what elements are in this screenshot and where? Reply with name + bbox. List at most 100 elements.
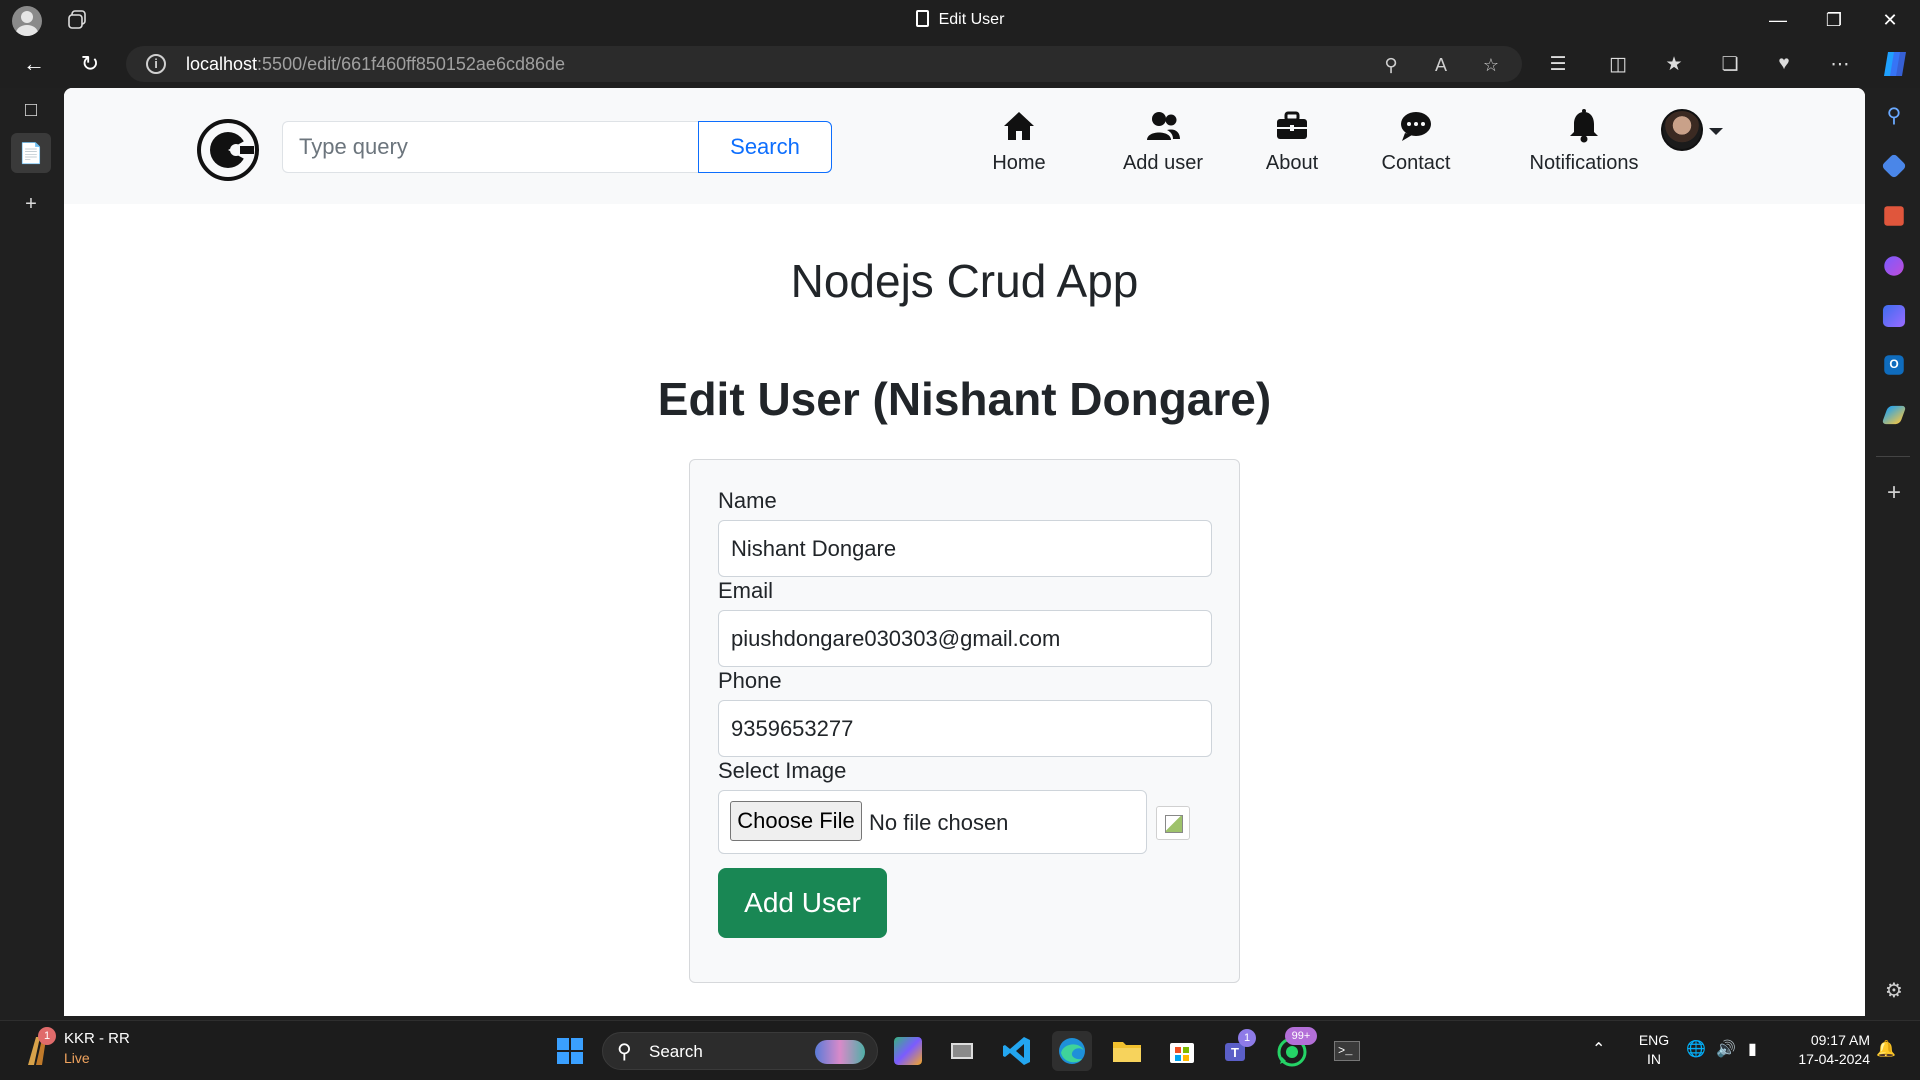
page-icon — [915, 10, 929, 27]
add-user-button[interactable]: Add User — [718, 868, 887, 938]
microsoft-365-icon[interactable] — [1882, 304, 1906, 328]
edit-user-form: Name Nishant Dongare Email piushdongare0… — [689, 459, 1240, 983]
back-button[interactable]: ← — [16, 46, 52, 82]
tools-icon[interactable] — [1884, 206, 1904, 226]
zoom-icon[interactable]: ⚲ — [1378, 52, 1404, 78]
edge-icon[interactable] — [1052, 1031, 1092, 1071]
taskbar-search-label: Search — [649, 1042, 703, 1061]
email-label: Email — [718, 578, 774, 603]
search-button[interactable]: Search — [698, 121, 832, 173]
site-info-icon[interactable]: i — [146, 54, 166, 74]
drop-icon[interactable] — [1881, 405, 1907, 425]
site-navbar: Type query Search Home Add user About Co… — [64, 88, 1865, 204]
bell-icon — [1570, 109, 1598, 143]
clock-time: 09:17 AM — [1810, 1032, 1870, 1048]
add-sidebar-app-icon[interactable]: + — [1881, 480, 1907, 506]
refresh-button[interactable]: ↻ — [72, 46, 108, 82]
read-aloud-icon[interactable]: A — [1428, 52, 1454, 78]
tab-actions-icon[interactable]: □ — [11, 90, 51, 130]
clock-date: 17-04-2024 — [1798, 1051, 1870, 1067]
clock[interactable]: 09:17 AM 17-04-2024 — [1782, 1031, 1870, 1069]
browser-essentials-icon[interactable]: ♥ — [1766, 46, 1802, 82]
nav-notifications-label: Notifications — [1529, 152, 1639, 174]
active-tab-page-icon[interactable]: 📄 — [11, 133, 51, 173]
copilot-app-icon[interactable] — [894, 1037, 922, 1065]
phone-field[interactable]: 9359653277 — [718, 700, 1212, 757]
nav-add-user-label: Add user — [1122, 152, 1204, 174]
copilot-icon[interactable] — [1880, 50, 1910, 78]
sidebar-divider — [1876, 456, 1910, 457]
url-text[interactable]: localhost:5500/edit/661f460ff850152ae6cd… — [186, 54, 565, 75]
app-title: Nodejs Crud App — [790, 255, 1139, 307]
no-file-text: No file chosen — [869, 810, 1009, 835]
restore-button[interactable]: ❐ — [1806, 0, 1862, 40]
nav-notifications[interactable]: Notifications — [1504, 96, 1664, 196]
brand-logo-icon[interactable] — [196, 118, 260, 182]
image-file-input[interactable]: Choose File No file chosen — [718, 790, 1147, 854]
window-title-text: Edit User — [938, 11, 1005, 28]
search-highlight-icon — [815, 1040, 865, 1064]
task-view-icon[interactable] — [942, 1031, 982, 1071]
name-field[interactable]: Nishant Dongare — [718, 520, 1212, 577]
close-button[interactable]: ✕ — [1862, 0, 1918, 40]
nav-about[interactable]: About — [1247, 96, 1337, 196]
search-icon: ⚲ — [617, 1041, 632, 1063]
browser-toolbar: ← ↻ i localhost:5500/edit/661f460ff85015… — [0, 40, 1920, 88]
vscode-icon[interactable] — [997, 1031, 1037, 1071]
collections-icon[interactable]: ❏ — [1712, 46, 1748, 82]
language-indicator[interactable]: ENG IN — [1634, 1031, 1674, 1069]
home-icon — [1004, 112, 1034, 140]
nav-about-label: About — [1265, 152, 1319, 174]
url-path: :5500/edit/661f460ff850152ae6cd86de — [257, 54, 566, 74]
favorites-icon[interactable]: ★ — [1656, 46, 1692, 82]
edge-sidebar: ⚲ O + ⚙ — [1866, 88, 1920, 1016]
outlook-icon[interactable]: O — [1884, 355, 1904, 375]
window-title: Edit User — [0, 10, 1920, 29]
extensions-icon[interactable]: ☰ — [1540, 46, 1576, 82]
show-hidden-icons-icon[interactable]: ⌃ — [1592, 1039, 1605, 1059]
widget-title[interactable]: KKR - RR — [64, 1030, 130, 1047]
favorite-star-icon[interactable]: ☆ — [1478, 52, 1504, 78]
vertical-tabs-bar: □ 📄 + — [0, 88, 62, 1016]
network-icon[interactable]: 🌐 — [1686, 1039, 1706, 1059]
web-page: Type query Search Home Add user About Co… — [64, 88, 1865, 1016]
file-explorer-icon[interactable] — [1107, 1031, 1147, 1071]
notification-bell-icon[interactable]: 🔔 — [1876, 1039, 1896, 1059]
start-windows-icon[interactable] — [550, 1031, 590, 1071]
sidebar-search-icon[interactable]: ⚲ — [1881, 103, 1907, 129]
address-bar[interactable]: i localhost:5500/edit/661f460ff850152ae6… — [126, 46, 1522, 82]
terminal-icon[interactable]: >_ — [1327, 1031, 1367, 1071]
nav-home[interactable]: Home — [979, 96, 1059, 196]
nav-contact[interactable]: Contact — [1366, 96, 1466, 196]
image-label: Select Image — [718, 758, 847, 783]
image-preview-icon — [1156, 806, 1190, 840]
choose-file-button[interactable]: Choose File — [730, 801, 862, 841]
new-tab-icon[interactable]: + — [11, 184, 51, 224]
page-title: Edit User (Nishant Dongare) — [657, 373, 1272, 425]
briefcase-icon — [1277, 111, 1307, 139]
language-code: ENG — [1638, 1032, 1670, 1048]
browser-title-bar: Edit User — ❐ ✕ — [0, 0, 1920, 40]
nav-contact-label: Contact — [1381, 152, 1451, 174]
nav-add-user[interactable]: Add user — [1108, 96, 1218, 196]
more-options-icon[interactable]: ⋯ — [1822, 46, 1858, 82]
volume-icon[interactable]: 🔊 — [1716, 1039, 1736, 1059]
whatsapp-badge: 99+ — [1285, 1027, 1317, 1045]
minimize-button[interactable]: — — [1750, 0, 1806, 40]
sidebar-settings-icon[interactable]: ⚙ — [1881, 978, 1907, 1004]
shopping-tag-icon[interactable] — [1881, 153, 1907, 179]
chevron-down-icon[interactable] — [1709, 128, 1723, 135]
users-icon — [1147, 112, 1180, 140]
games-icon[interactable] — [1884, 256, 1904, 276]
microsoft-store-icon[interactable] — [1162, 1031, 1202, 1071]
search-input[interactable]: Type query — [282, 121, 702, 173]
email-field[interactable]: piushdongare030303@gmail.com — [718, 610, 1212, 667]
taskbar-search[interactable]: ⚲ Search — [602, 1032, 878, 1070]
phone-label: Phone — [718, 668, 782, 693]
widget-badge: 1 — [38, 1027, 56, 1045]
widget-subtitle: Live — [64, 1050, 90, 1066]
user-avatar[interactable] — [1661, 109, 1703, 151]
url-host: localhost — [186, 54, 258, 74]
split-screen-icon[interactable]: ◫ — [1600, 46, 1636, 82]
battery-icon[interactable]: ▮ — [1748, 1039, 1757, 1059]
